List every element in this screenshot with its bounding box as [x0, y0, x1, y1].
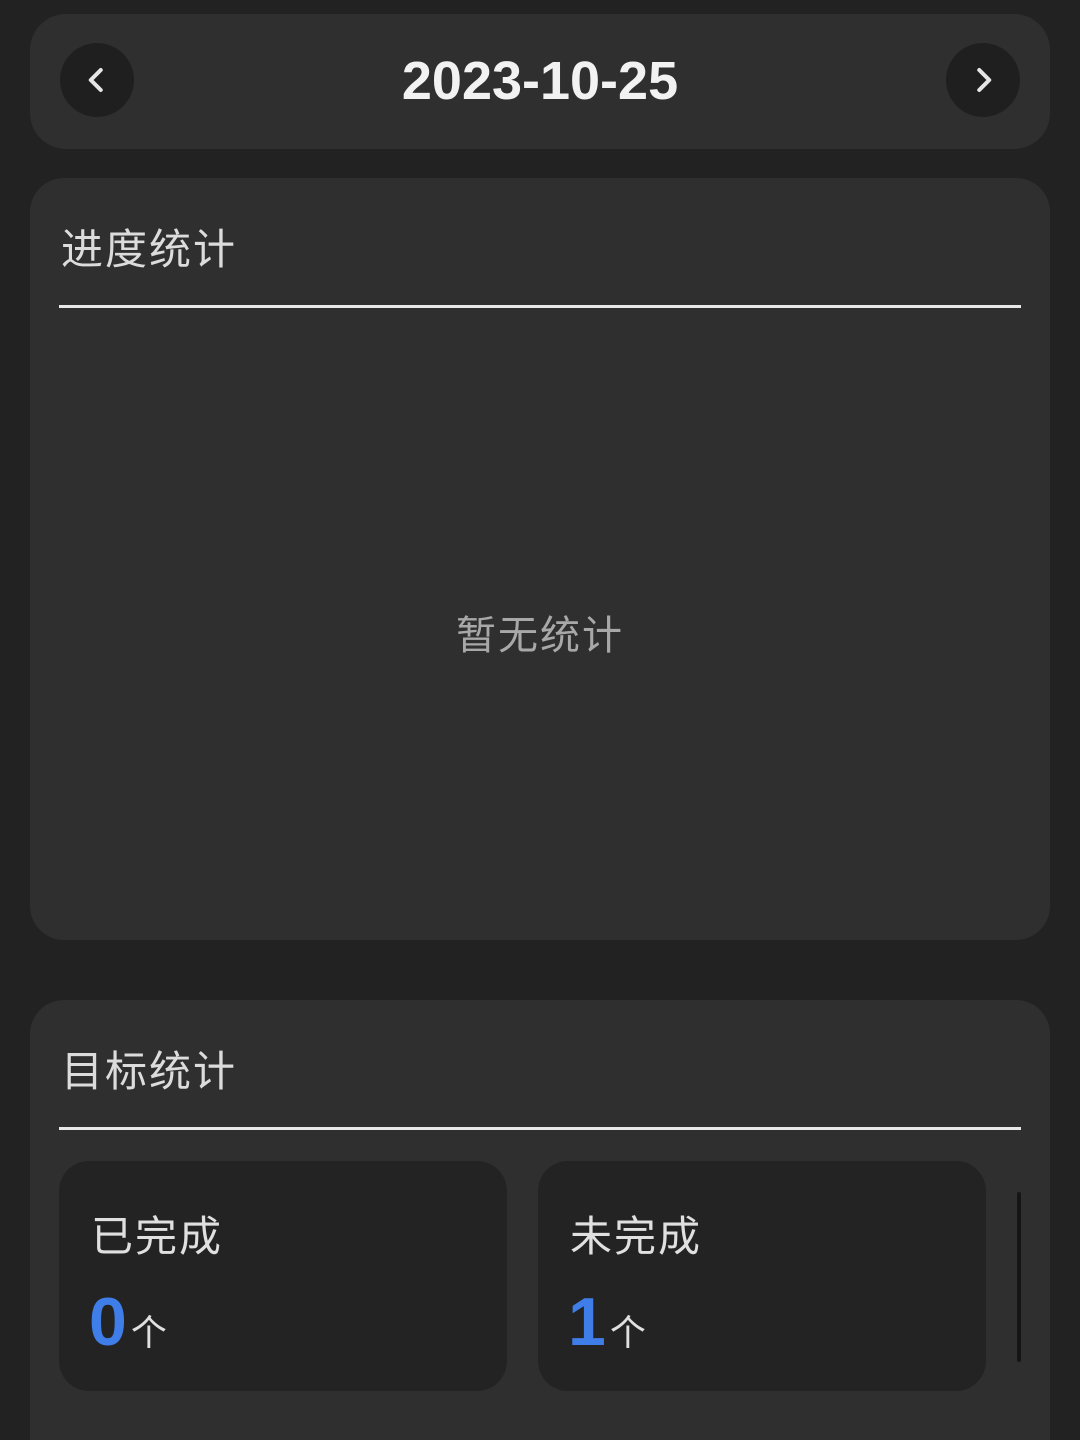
next-day-button[interactable] — [946, 43, 1020, 117]
stat-unit: 个 — [609, 1313, 646, 1354]
date-navigator: 2023-10-25 — [30, 14, 1050, 149]
horizontal-scrollbar[interactable] — [1017, 1192, 1021, 1362]
current-date: 2023-10-25 — [401, 51, 679, 111]
stat-label: 已完成 — [91, 1212, 224, 1261]
divider — [59, 1127, 1021, 1130]
goal-stats-title: 目标统计 — [61, 1047, 238, 1096]
stat-unit: 个 — [130, 1313, 167, 1354]
previous-day-button[interactable] — [60, 43, 134, 117]
progress-stats-card: 进度统计 暂无统计 — [30, 178, 1050, 940]
empty-state-text: 暂无统计 — [456, 613, 624, 659]
goal-stats-card: 目标统计 已完成 0 个 未完成 1 个 — [30, 1000, 1050, 1440]
stat-value: 0 个 — [89, 1283, 167, 1361]
stat-number: 1 — [568, 1284, 606, 1360]
stat-number: 0 — [89, 1284, 127, 1360]
chevron-right-icon — [977, 68, 992, 92]
progress-stats-title: 进度统计 — [61, 225, 238, 274]
stat-value: 1 个 — [568, 1283, 646, 1361]
divider — [59, 305, 1021, 308]
completed-stat-tile[interactable]: 已完成 0 个 — [59, 1161, 507, 1391]
chevron-left-icon — [88, 68, 103, 92]
stat-label: 未完成 — [570, 1212, 703, 1261]
stats-page: 2023-10-25 进度统计 暂无统计 目标统计 已完成 0 个 未完成 1 … — [0, 0, 1080, 1440]
incomplete-stat-tile[interactable]: 未完成 1 个 — [538, 1161, 986, 1391]
